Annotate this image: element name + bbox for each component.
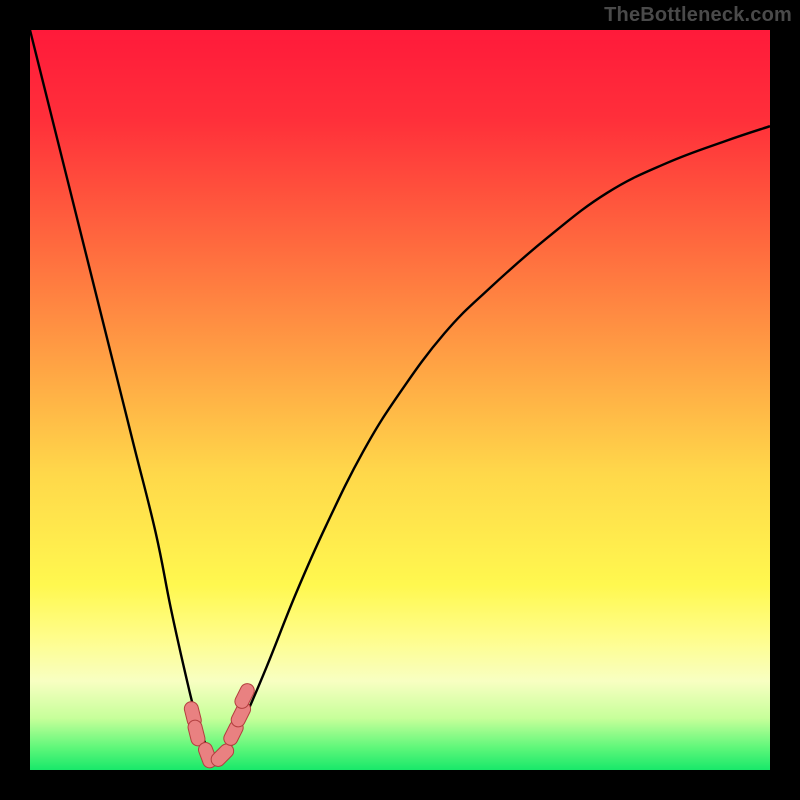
chart-frame: TheBottleneck.com xyxy=(0,0,800,800)
plot-area xyxy=(30,30,770,770)
curve-svg xyxy=(30,30,770,770)
bottleneck-curve xyxy=(30,30,770,759)
data-marker xyxy=(233,681,257,711)
data-markers xyxy=(183,681,257,770)
watermark-text: TheBottleneck.com xyxy=(604,4,792,27)
